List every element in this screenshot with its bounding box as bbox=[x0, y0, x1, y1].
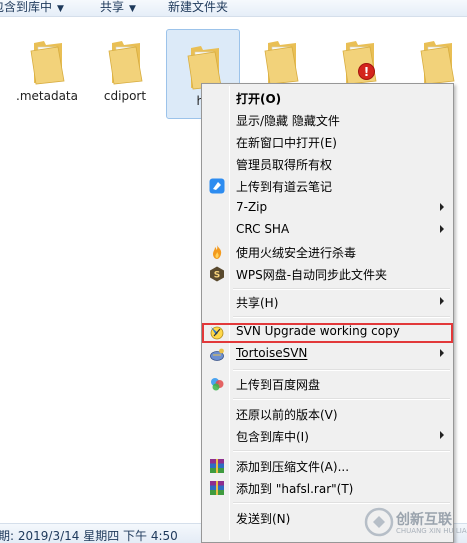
new-folder-label: 新建文件夹 bbox=[168, 0, 229, 14]
include-in-library-button[interactable]: 包含到库中 ▼ bbox=[0, 0, 64, 17]
menu-item-include-library[interactable]: 包含到库中(I) bbox=[205, 425, 450, 447]
submenu-arrow-icon bbox=[440, 349, 444, 357]
share-label: 共享 bbox=[100, 0, 125, 14]
file-label: cdiport bbox=[103, 89, 147, 103]
submenu-arrow-icon bbox=[440, 225, 444, 233]
menu-item-label: 使用火绒安全进行杀毒 bbox=[236, 246, 357, 260]
menu-item-label: 打开(O) bbox=[236, 92, 282, 106]
menu-item-label: 上传到有道云笔记 bbox=[236, 180, 333, 194]
share-button[interactable]: 共享 ▼ bbox=[100, 0, 136, 17]
brand-logo-icon bbox=[364, 507, 394, 537]
menu-separator bbox=[233, 450, 450, 452]
menu-item-wps-sync[interactable]: S WPS网盘-自动同步此文件夹 bbox=[205, 263, 450, 285]
menu-item-label: 发送到(N) bbox=[236, 512, 291, 526]
highlight-annotation-box bbox=[202, 323, 453, 343]
explorer-toolbar: 包含到库中 ▼ 共享 ▼ 新建文件夹 bbox=[0, 0, 467, 17]
menu-item-label: 管理员取得所有权 bbox=[236, 158, 333, 172]
winrar-icon bbox=[210, 459, 224, 473]
folder-item-metadata[interactable]: .metadata bbox=[10, 25, 84, 115]
menu-item-label: 共享(H) bbox=[236, 296, 279, 310]
menu-item-label: 显示/隐藏 隐藏文件 bbox=[236, 114, 340, 128]
submenu-arrow-icon bbox=[440, 431, 444, 439]
folder-icon bbox=[108, 41, 143, 85]
menu-separator bbox=[233, 316, 450, 318]
file-label: .metadata bbox=[16, 89, 78, 103]
watermark-brand-text: 创新互联 bbox=[396, 512, 452, 528]
watermark-sub-text: CHUANG XIN HU LIAN bbox=[396, 527, 467, 535]
huorong-flame-icon bbox=[213, 245, 222, 259]
folder-icon bbox=[30, 41, 65, 85]
folder-icon bbox=[264, 41, 299, 85]
menu-item-label: 包含到库中(I) bbox=[236, 430, 309, 444]
menu-item-toggle-hidden[interactable]: 显示/隐藏 隐藏文件 bbox=[205, 109, 450, 131]
wps-drive-icon: S bbox=[210, 266, 224, 282]
submenu-arrow-icon bbox=[440, 203, 444, 211]
submenu-arrow-icon bbox=[440, 297, 444, 305]
menu-item-label: 添加到 "hafsl.rar"(T) bbox=[236, 482, 354, 496]
menu-item-label: WPS网盘-自动同步此文件夹 bbox=[236, 268, 388, 282]
new-folder-button[interactable]: 新建文件夹 bbox=[168, 0, 228, 17]
menu-item-label: 还原以前的版本(V) bbox=[236, 408, 338, 422]
menu-item-open-new-window[interactable]: 在新窗口中打开(E) bbox=[205, 131, 450, 153]
menu-item-label: 上传到百度网盘 bbox=[236, 378, 321, 392]
brand-watermark: 创新互联 CHUANG XIN HU LIAN bbox=[362, 505, 467, 541]
menu-item-add-archive[interactable]: 添加到压缩文件(A)... bbox=[205, 455, 450, 477]
svn-conflict-badge-icon: ! bbox=[358, 63, 375, 80]
menu-item-label: CRC SHA bbox=[236, 222, 290, 236]
tortoisesvn-icon bbox=[210, 348, 224, 361]
menu-item-tortoisesvn[interactable]: TortoiseSVN bbox=[205, 343, 450, 365]
context-menu: 打开(O) 显示/隐藏 隐藏文件 在新窗口中打开(E) 管理员取得所有权 上传到… bbox=[201, 83, 454, 543]
menu-separator bbox=[233, 398, 450, 400]
chevron-down-icon: ▼ bbox=[129, 4, 136, 14]
menu-item-huorong-scan[interactable]: 使用火绒安全进行杀毒 bbox=[205, 241, 450, 263]
include-library-label: 包含到库中 bbox=[0, 0, 53, 14]
menu-item-baidu-pan[interactable]: 上传到百度网盘 bbox=[205, 373, 450, 395]
baidu-pan-icon bbox=[211, 378, 224, 391]
menu-item-take-ownership[interactable]: 管理员取得所有权 bbox=[205, 153, 450, 175]
menu-item-label: 在新窗口中打开(E) bbox=[236, 136, 337, 150]
youdao-note-icon bbox=[209, 178, 225, 194]
menu-item-7zip[interactable]: 7-Zip bbox=[205, 197, 450, 219]
menu-item-crc-sha[interactable]: CRC SHA bbox=[205, 219, 450, 241]
menu-separator bbox=[233, 502, 450, 504]
menu-item-open[interactable]: 打开(O) bbox=[205, 87, 450, 109]
menu-item-label: TortoiseSVN bbox=[236, 346, 308, 360]
menu-item-youdao-note[interactable]: 上传到有道云笔记 bbox=[205, 175, 450, 197]
folder-item-cdiport[interactable]: cdiport bbox=[88, 25, 162, 115]
menu-item-share[interactable]: 共享(H) bbox=[205, 291, 450, 313]
menu-item-label: 添加到压缩文件(A)... bbox=[236, 460, 350, 474]
chevron-down-icon: ▼ bbox=[57, 4, 64, 14]
menu-item-label: 7-Zip bbox=[236, 200, 268, 214]
folder-icon bbox=[420, 41, 455, 85]
svg-text:S: S bbox=[214, 271, 220, 281]
modified-date-text: 日期: 2019/3/14 星期四 下午 4:50 bbox=[0, 529, 178, 543]
menu-separator bbox=[233, 288, 450, 290]
menu-item-add-to-rar[interactable]: 添加到 "hafsl.rar"(T) bbox=[205, 477, 450, 499]
menu-separator bbox=[233, 369, 450, 371]
menu-item-restore-versions[interactable]: 还原以前的版本(V) bbox=[205, 403, 450, 425]
winrar-icon bbox=[210, 481, 224, 495]
